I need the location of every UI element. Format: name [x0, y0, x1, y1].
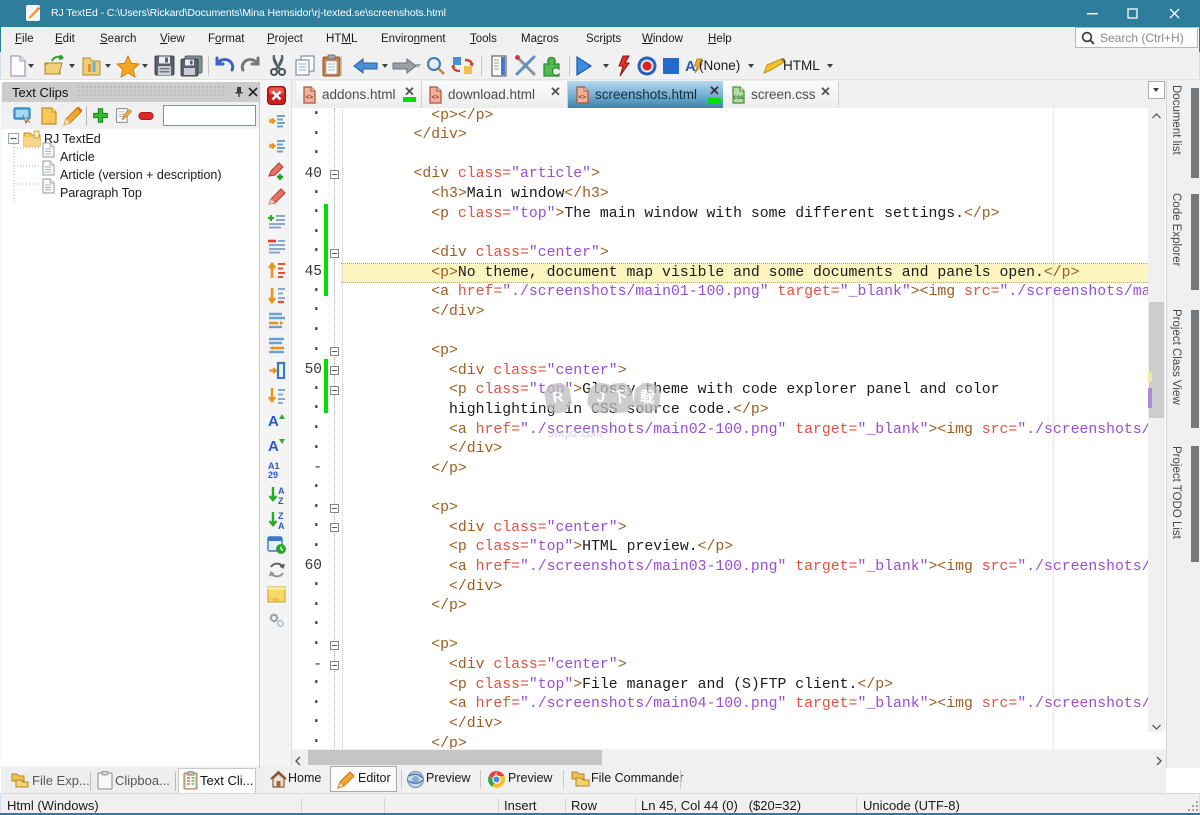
svg-text:A: A [268, 413, 279, 430]
svg-text:29: 29 [268, 470, 278, 480]
svg-text:A: A [278, 486, 285, 496]
svg-text:Z: Z [278, 511, 284, 521]
svg-text:css: css [734, 95, 745, 101]
svg-text:A: A [268, 438, 279, 455]
svg-text:<>: <> [579, 94, 587, 101]
svg-text:A: A [278, 521, 285, 530]
svg-text:<>: <> [432, 94, 440, 101]
svg-text:Z: Z [278, 496, 284, 505]
svg-text:A: A [685, 58, 696, 75]
svg-text:<>: <> [306, 94, 314, 101]
